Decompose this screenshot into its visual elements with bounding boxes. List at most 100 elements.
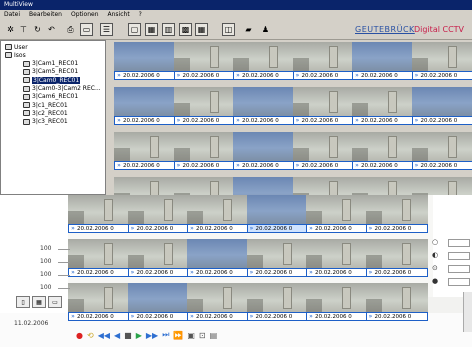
tree-item[interactable]: 3|c1_REC01 <box>23 101 68 109</box>
play-icon[interactable]: » <box>69 313 77 320</box>
user-icon[interactable]: ♟ <box>259 23 272 36</box>
menu-item-1[interactable]: Bearbeiten <box>29 11 62 20</box>
play-icon[interactable]: » <box>129 269 137 276</box>
play-icon[interactable]: » <box>367 313 375 320</box>
camera-view[interactable]: »20.02.2006 0 <box>365 195 428 233</box>
camera-view[interactable]: »20.02.2006 0 <box>365 239 428 277</box>
camera-view[interactable]: »20.02.2006 0 <box>292 87 355 125</box>
camera-view[interactable]: »20.02.2006 0 <box>114 87 176 125</box>
fast-forward-icon[interactable]: ⏩ <box>173 331 183 340</box>
play-icon[interactable]: » <box>413 117 421 124</box>
camera-view[interactable]: »20.02.2006 0 <box>352 132 414 170</box>
play-icon[interactable]: » <box>294 162 302 169</box>
play-icon[interactable]: » <box>353 117 361 124</box>
right-control-field[interactable] <box>448 239 470 247</box>
camera-view[interactable]: »20.02.2006 0 <box>292 42 355 80</box>
play-icon[interactable]: » <box>353 72 361 79</box>
folder-icon[interactable]: ▰ <box>242 23 255 36</box>
layout-4-icon[interactable]: ▦ <box>145 23 158 36</box>
layout-9-icon[interactable]: ▥ <box>162 23 175 36</box>
play-icon[interactable]: » <box>175 162 183 169</box>
tree-item[interactable]: 3|Cam0-3|Cam2 REC... <box>23 85 101 93</box>
layout-1-icon[interactable]: ▭ <box>80 23 93 36</box>
camera-view[interactable]: »20.02.2006 0 <box>246 239 309 277</box>
camera-view[interactable]: »20.02.2006 0 <box>187 283 249 321</box>
play-icon[interactable]: » <box>234 117 242 124</box>
record-icon[interactable]: ● <box>76 331 83 340</box>
play-icon[interactable]: » <box>115 72 123 79</box>
camera-view[interactable]: »20.02.2006 0 <box>68 283 130 321</box>
camera-view[interactable]: »20.02.2006 0 <box>127 239 190 277</box>
camera-view[interactable]: »20.02.2006 0 <box>233 87 295 125</box>
undo-icon[interactable]: ↶ <box>45 23 58 36</box>
camera-view[interactable]: »20.02.2006 0 <box>306 283 368 321</box>
layout-list-icon[interactable]: ☰ <box>100 23 113 36</box>
play-icon[interactable]: » <box>294 117 302 124</box>
camera-view[interactable]: »20.02.2006 0 <box>352 42 414 80</box>
play-icon[interactable]: » <box>234 162 242 169</box>
vertical-scrollbar[interactable] <box>463 292 472 332</box>
export-icon[interactable]: ⊡ <box>199 331 206 340</box>
camera-view[interactable]: »20.02.2006 0 <box>352 87 414 125</box>
layout-16-icon[interactable]: ▩ <box>179 23 192 36</box>
camera-view[interactable]: »20.02.2006 0 <box>68 239 130 277</box>
camera-view[interactable]: »20.02.2006 0 <box>114 132 176 170</box>
menu-item-0[interactable]: Datei <box>4 11 20 20</box>
right-control-icon[interactable]: ● <box>432 277 438 285</box>
play-icon[interactable]: » <box>307 269 315 276</box>
play-icon[interactable]: » <box>413 162 421 169</box>
play-icon[interactable]: ▶ <box>136 331 142 340</box>
layout-25-icon[interactable]: ▦ <box>195 23 208 36</box>
camera-view[interactable]: »20.02.2006 0 <box>306 195 368 233</box>
tree-item[interactable]: 3|Cam6_REC01 <box>23 93 78 101</box>
play-icon[interactable]: » <box>115 117 123 124</box>
camera-view[interactable]: »20.02.2006 0 <box>411 132 472 170</box>
stop-icon[interactable]: ■ <box>124 331 132 340</box>
camera-view[interactable]: »20.02.2006 0 <box>292 177 355 195</box>
refresh-icon[interactable]: ↻ <box>31 23 44 36</box>
menu-item-4[interactable]: ? <box>139 11 142 20</box>
tree-item[interactable]: 3|c2_REC01 <box>23 109 68 117</box>
camera-view[interactable]: »20.02.2006 0 <box>306 239 368 277</box>
play-icon[interactable]: » <box>69 269 77 276</box>
monitor-icon[interactable]: ▢ <box>128 23 141 36</box>
play-icon[interactable]: » <box>294 72 302 79</box>
back-icon[interactable]: ◀ <box>114 331 120 340</box>
right-control-field[interactable] <box>448 265 470 273</box>
camera-view[interactable]: »20.02.2006 0 <box>246 283 309 321</box>
pin-icon[interactable]: ⊤ <box>17 23 30 36</box>
list-icon[interactable]: ▤ <box>210 331 218 340</box>
tree-item[interactable]: 3|Cam0_REC01 <box>23 76 81 84</box>
tree-item[interactable]: 3|Cam1_REC01 <box>23 60 78 68</box>
camera-view[interactable]: »20.02.2006 0 <box>173 132 236 170</box>
tree-item[interactable]: Isos <box>5 51 26 59</box>
forward-icon[interactable]: ▶▶ <box>146 331 158 340</box>
play-icon[interactable]: » <box>307 313 315 320</box>
play-icon[interactable]: » <box>234 72 242 79</box>
camera-view[interactable]: »20.02.2006 0 <box>411 42 472 80</box>
play-icon[interactable]: » <box>248 225 256 232</box>
view-button-split[interactable]: ▭ <box>48 296 62 308</box>
camera-view[interactable]: »20.02.2006 0 <box>114 177 176 195</box>
camera-view[interactable]: »20.02.2006 0 <box>173 177 236 195</box>
skip-end-icon[interactable]: ⏭ <box>162 330 169 340</box>
play-icon[interactable]: » <box>248 313 256 320</box>
camera-view[interactable]: »20.02.2006 0 <box>233 132 295 170</box>
play-icon[interactable]: » <box>188 269 196 276</box>
play-icon[interactable]: » <box>307 225 315 232</box>
camera-view[interactable]: »20.02.2006 0 <box>365 283 428 321</box>
menu-item-3[interactable]: Ansicht <box>108 11 130 20</box>
play-icon[interactable]: » <box>413 72 421 79</box>
play-icon[interactable]: » <box>175 72 183 79</box>
print-icon[interactable]: ⎙ <box>64 23 77 36</box>
play-icon[interactable]: » <box>129 225 137 232</box>
play-icon[interactable]: » <box>353 162 361 169</box>
play-icon[interactable]: » <box>248 269 256 276</box>
camera-view[interactable]: »20.02.2006 0 <box>173 87 236 125</box>
camera-view[interactable]: »20.02.2006 0 <box>411 177 472 195</box>
camera-view[interactable]: »20.02.2006 0 <box>173 42 236 80</box>
camera-view[interactable]: »20.02.2006 0 <box>352 177 414 195</box>
camera-view[interactable]: »20.02.2006 0 <box>187 239 249 277</box>
play-icon[interactable]: » <box>188 313 196 320</box>
play-icon[interactable]: » <box>129 313 137 320</box>
